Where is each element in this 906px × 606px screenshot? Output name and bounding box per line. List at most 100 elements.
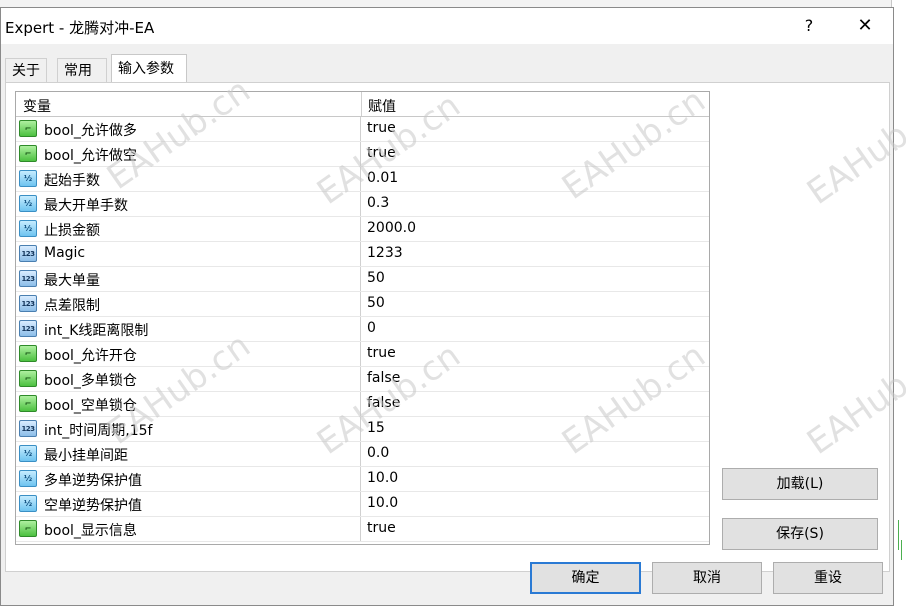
table-row[interactable]: ⌐ bool_允许做多 true — [16, 117, 709, 142]
variable-name: bool_显示信息 — [44, 523, 137, 539]
variable-name: 空单逆势保护值 — [44, 498, 142, 514]
save-button[interactable]: 保存(S) — [722, 518, 878, 550]
table-row[interactable]: ½ 最大开单手数 0.3 — [16, 192, 709, 217]
table-row[interactable]: 123 最大单量 50 — [16, 267, 709, 292]
variable-name: bool_空单锁仓 — [44, 398, 137, 414]
variable-cell: ⌐ bool_允许做空 — [16, 142, 361, 166]
table-row[interactable]: ⌐ bool_空单锁仓 false — [16, 392, 709, 417]
table-row[interactable]: ⌐ bool_多单锁仓 false — [16, 367, 709, 392]
value-cell[interactable]: 50 — [367, 270, 385, 286]
table-row[interactable]: ½ 多单逆势保护值 10.0 — [16, 467, 709, 492]
double-icon: ½ — [19, 470, 37, 487]
grid-rows: ⌐ bool_允许做多 true ⌐ bool_允许做空 true ½ 起始手数 0.01 ½ 最大… — [16, 117, 709, 542]
variable-name: 最大单量 — [44, 273, 100, 289]
value-cell[interactable]: 0.3 — [367, 195, 389, 211]
tab-common[interactable]: 常用 — [57, 58, 107, 82]
variable-cell: 123 int_时间周期,15f — [16, 417, 361, 441]
value-cell[interactable]: 15 — [367, 420, 385, 436]
variable-name: 最小挂单间距 — [44, 448, 128, 464]
variable-name: 点差限制 — [44, 298, 100, 314]
variable-name: int_K线距离限制 — [44, 323, 149, 339]
bool-icon: ⌐ — [19, 370, 37, 387]
value-cell[interactable]: false — [367, 395, 400, 411]
table-row[interactable]: 123 Magic 1233 — [16, 242, 709, 267]
variable-cell: ½ 最大开单手数 — [16, 192, 361, 216]
column-header-variable[interactable]: 变量 — [23, 96, 51, 116]
variable-name: bool_允许开仓 — [44, 348, 137, 364]
help-icon[interactable]: ? — [797, 14, 821, 38]
close-icon[interactable]: ✕ — [851, 14, 879, 38]
bool-icon: ⌐ — [19, 345, 37, 362]
variable-cell: 123 Magic — [16, 242, 361, 266]
variable-cell: ½ 空单逆势保护值 — [16, 492, 361, 516]
variable-cell: ½ 最小挂单间距 — [16, 442, 361, 466]
column-divider[interactable] — [361, 92, 362, 116]
bool-icon: ⌐ — [19, 520, 37, 537]
variable-cell: ½ 多单逆势保护值 — [16, 467, 361, 491]
value-cell[interactable]: 10.0 — [367, 495, 398, 511]
value-cell[interactable]: true — [367, 145, 396, 161]
tab-about[interactable]: 关于 — [5, 58, 47, 82]
variable-cell: ⌐ bool_空单锁仓 — [16, 392, 361, 416]
variable-cell: 123 int_K线距离限制 — [16, 317, 361, 341]
value-cell[interactable]: true — [367, 520, 396, 536]
variable-name: bool_多单锁仓 — [44, 373, 137, 389]
title-bar: Expert - 龙腾对冲-EA ? ✕ — [1, 8, 893, 44]
reset-button[interactable]: 重设 — [773, 562, 883, 594]
value-cell[interactable]: 10.0 — [367, 470, 398, 486]
variable-cell: ⌐ bool_允许开仓 — [16, 342, 361, 366]
variable-name: bool_允许做空 — [44, 148, 137, 164]
double-icon: ½ — [19, 195, 37, 212]
double-icon: ½ — [19, 170, 37, 187]
table-row[interactable]: ⌐ bool_允许做空 true — [16, 142, 709, 167]
int-icon: 123 — [19, 245, 37, 262]
variable-cell: ⌐ bool_多单锁仓 — [16, 367, 361, 391]
tab-inputs[interactable]: 输入参数 — [111, 54, 187, 83]
window-title: Expert - 龙腾对冲-EA — [5, 19, 155, 37]
variable-cell: 123 点差限制 — [16, 292, 361, 316]
load-button[interactable]: 加载(L) — [722, 468, 878, 500]
table-row[interactable]: ½ 空单逆势保护值 10.0 — [16, 492, 709, 517]
variable-cell: ⌐ bool_允许做多 — [16, 117, 361, 141]
variable-name: Magic — [44, 245, 86, 261]
value-cell[interactable]: 50 — [367, 295, 385, 311]
table-row[interactable]: ½ 起始手数 0.01 — [16, 167, 709, 192]
ok-button[interactable]: 确定 — [530, 562, 641, 594]
variable-name: 起始手数 — [44, 173, 100, 189]
value-cell[interactable]: 0 — [367, 320, 376, 336]
table-row[interactable]: ⌐ bool_显示信息 true — [16, 517, 709, 542]
variable-cell: ½ 起始手数 — [16, 167, 361, 191]
table-row[interactable]: 123 int_时间周期,15f 15 — [16, 417, 709, 442]
bool-icon: ⌐ — [19, 120, 37, 137]
value-cell[interactable]: 0.0 — [367, 445, 389, 461]
variable-cell: ½ 止损金额 — [16, 217, 361, 241]
int-icon: 123 — [19, 295, 37, 312]
variable-name: 止损金额 — [44, 223, 100, 239]
int-icon: 123 — [19, 270, 37, 287]
int-icon: 123 — [19, 420, 37, 437]
parameters-grid: 变量 赋值 ⌐ bool_允许做多 true ⌐ bool_允许做空 true ½ 起始手数 0… — [15, 91, 710, 545]
value-cell[interactable]: 0.01 — [367, 170, 398, 186]
table-row[interactable]: ½ 止损金额 2000.0 — [16, 217, 709, 242]
bool-icon: ⌐ — [19, 395, 37, 412]
double-icon: ½ — [19, 220, 37, 237]
double-icon: ½ — [19, 495, 37, 512]
value-cell[interactable]: true — [367, 345, 396, 361]
int-icon: 123 — [19, 320, 37, 337]
variable-name: int_时间周期,15f — [44, 423, 153, 439]
value-cell[interactable]: true — [367, 120, 396, 136]
cancel-button[interactable]: 取消 — [652, 562, 762, 594]
table-row[interactable]: 123 int_K线距离限制 0 — [16, 317, 709, 342]
variable-name: bool_允许做多 — [44, 123, 137, 139]
value-cell[interactable]: 1233 — [367, 245, 403, 261]
variable-cell: 123 最大单量 — [16, 267, 361, 291]
variable-name: 最大开单手数 — [44, 198, 128, 214]
double-icon: ½ — [19, 445, 37, 462]
table-row[interactable]: ⌐ bool_允许开仓 true — [16, 342, 709, 367]
column-header-value[interactable]: 赋值 — [368, 96, 396, 116]
value-cell[interactable]: false — [367, 370, 400, 386]
variable-name: 多单逆势保护值 — [44, 473, 142, 489]
table-row[interactable]: ½ 最小挂单间距 0.0 — [16, 442, 709, 467]
table-row[interactable]: 123 点差限制 50 — [16, 292, 709, 317]
value-cell[interactable]: 2000.0 — [367, 220, 416, 236]
